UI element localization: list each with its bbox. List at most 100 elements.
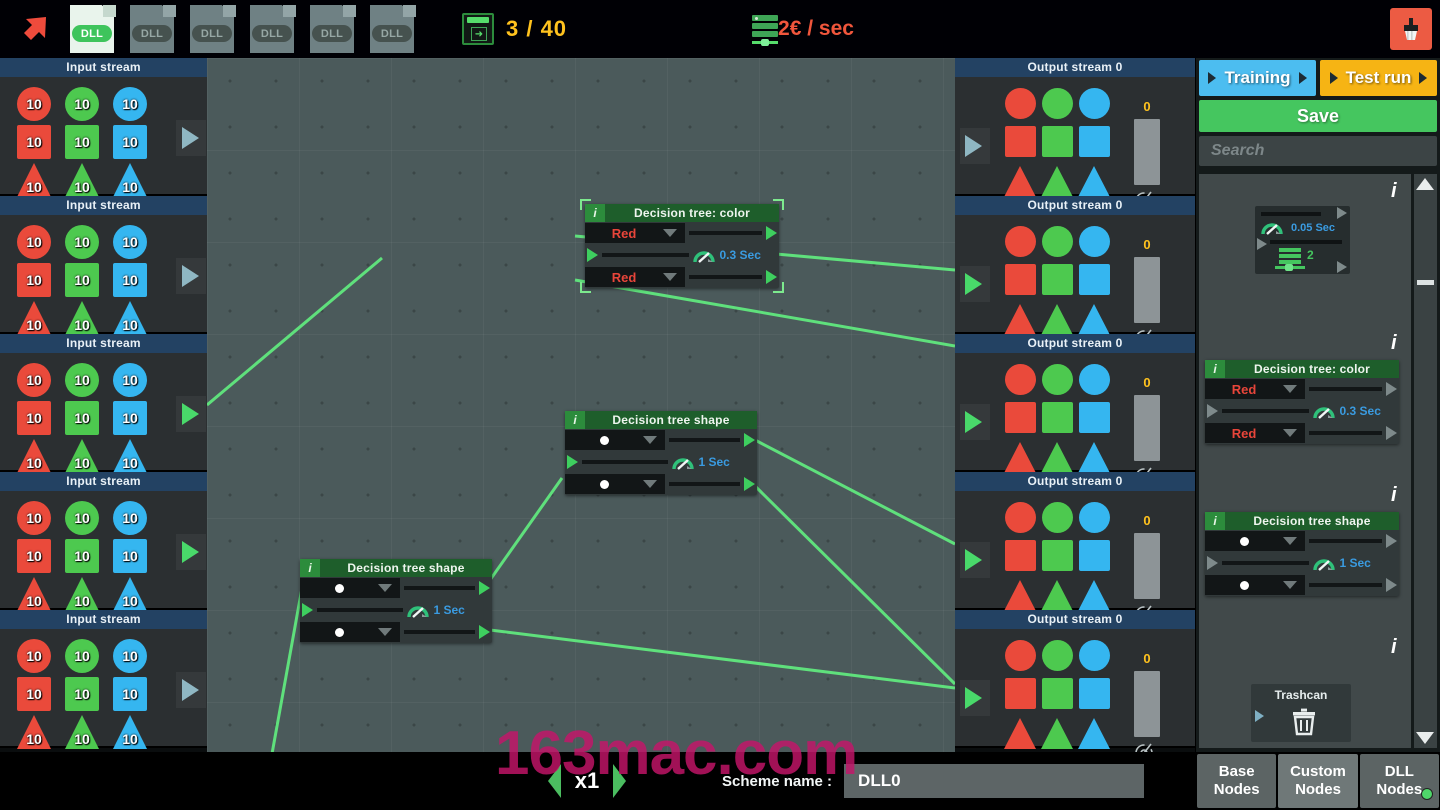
tab-training[interactable]: Training xyxy=(1199,60,1316,96)
paintbrush-icon[interactable] xyxy=(1390,8,1432,50)
palette-output-port-2[interactable] xyxy=(1337,261,1347,273)
info-icon[interactable]: i xyxy=(1391,636,1399,660)
node-dropdown-bottom[interactable]: Red xyxy=(585,267,685,287)
palette-scrollbar[interactable] xyxy=(1414,174,1437,748)
palette-tab-custom[interactable]: Custom Nodes xyxy=(1278,754,1358,808)
tab-test-run[interactable]: Test run xyxy=(1320,60,1437,96)
chevron-down-icon[interactable] xyxy=(1283,537,1297,545)
info-icon[interactable]: i xyxy=(1391,332,1399,356)
palette-node-body[interactable]: 0.05 Sec 2 xyxy=(1255,206,1350,274)
info-icon[interactable]: i xyxy=(1205,360,1225,378)
palette-dropdown-top[interactable]: Red xyxy=(1205,379,1305,399)
chevron-down-icon[interactable] xyxy=(643,480,657,488)
palette-input-port[interactable] xyxy=(1207,556,1218,570)
dll-slot-1[interactable]: DLL xyxy=(130,5,176,53)
palette-dropdown-bottom[interactable] xyxy=(1205,575,1305,595)
search-input[interactable]: Search xyxy=(1199,136,1437,166)
node-header[interactable]: i Decision tree shape xyxy=(565,411,757,429)
chevron-down-icon[interactable] xyxy=(663,273,677,281)
palette-item-timer-memory-node[interactable]: i 0.05 Sec 2 xyxy=(1199,174,1411,326)
dll-slot-3[interactable]: DLL xyxy=(250,5,296,53)
input-stream-output-port[interactable] xyxy=(182,127,199,149)
canvas-node-0[interactable]: i Decision tree: color Red 0.3 Sec Red xyxy=(580,199,784,293)
node-output-port-bottom[interactable] xyxy=(479,625,490,639)
palette-output-port-top[interactable] xyxy=(1386,382,1397,396)
node-dropdown-bottom[interactable] xyxy=(300,622,400,642)
palette-output-port-bottom[interactable] xyxy=(1386,578,1397,592)
node-header[interactable]: i Decision tree shape xyxy=(300,559,492,577)
node-input-port[interactable] xyxy=(567,455,578,469)
canvas-node-2[interactable]: i Decision tree shape 1 Sec xyxy=(300,559,492,643)
node-output-port-top[interactable] xyxy=(479,581,490,595)
node-palette[interactable]: i 0.05 Sec 2 i i Decision tree: color Red 0.3 S… xyxy=(1199,174,1411,748)
palette-node-body[interactable]: i Decision tree shape 1 Sec xyxy=(1205,512,1399,596)
palette-node-header[interactable]: i Decision tree: color xyxy=(1205,360,1399,378)
speed-decrease-button[interactable] xyxy=(548,764,561,798)
node-dropdown-top[interactable] xyxy=(565,430,665,450)
palette-tab-base[interactable]: Base Nodes xyxy=(1197,754,1277,808)
input-stream-output-port[interactable] xyxy=(182,265,199,287)
palette-node-body[interactable]: i Decision tree: color Red 0.3 Sec Red xyxy=(1205,360,1399,444)
info-icon[interactable]: i xyxy=(1391,484,1399,508)
palette-tab-dll[interactable]: DLL Nodes xyxy=(1359,754,1439,808)
palette-dropdown-bottom[interactable]: Red xyxy=(1205,423,1305,443)
chevron-down-icon[interactable] xyxy=(378,584,392,592)
output-stream-input-port[interactable] xyxy=(965,687,982,709)
node-dropdown-bottom[interactable] xyxy=(565,474,665,494)
chevron-down-icon[interactable] xyxy=(1283,581,1297,589)
chevron-down-icon[interactable] xyxy=(1416,732,1434,744)
palette-node-header[interactable]: i Decision tree shape xyxy=(1205,512,1399,530)
palette-item-decision-tree-shape-node[interactable]: i i Decision tree shape 1 Sec xyxy=(1199,478,1411,630)
connection-wire-2[interactable] xyxy=(574,278,955,348)
chevron-down-icon[interactable] xyxy=(1283,429,1297,437)
dll-slot-5[interactable]: DLL xyxy=(370,5,416,53)
output-stream-input-port[interactable] xyxy=(965,549,982,571)
input-stream-output-port[interactable] xyxy=(182,679,199,701)
palette-output-port[interactable] xyxy=(1337,207,1347,219)
save-button[interactable]: Save xyxy=(1199,100,1437,132)
node-dropdown-top[interactable] xyxy=(300,578,400,598)
node-output-port-top[interactable] xyxy=(744,433,755,447)
node-graph-canvas[interactable]: i Decision tree: color Red 0.3 Sec Red i Decis… xyxy=(207,58,955,752)
chevron-down-icon[interactable] xyxy=(378,628,392,636)
trashcan-node[interactable]: Trashcan xyxy=(1251,684,1351,742)
info-icon[interactable]: i xyxy=(1391,180,1399,204)
chevron-down-icon[interactable] xyxy=(1283,385,1297,393)
input-stream-output-port[interactable] xyxy=(182,403,199,425)
palette-output-port-bottom[interactable] xyxy=(1386,426,1397,440)
trashcan-input-port[interactable] xyxy=(1255,710,1264,722)
palette-dropdown-top[interactable] xyxy=(1205,531,1305,551)
palette-output-port-top[interactable] xyxy=(1386,534,1397,548)
connection-wire-7[interactable] xyxy=(489,628,955,690)
palette-item-decision-tree-color-node[interactable]: i i Decision tree: color Red 0.3 Sec Red xyxy=(1199,326,1411,478)
dll-slot-2[interactable]: DLL xyxy=(190,5,236,53)
chevron-up-icon[interactable] xyxy=(1416,178,1434,190)
palette-input-port[interactable] xyxy=(1207,404,1218,418)
connection-wire-6[interactable] xyxy=(488,477,564,581)
info-icon[interactable]: i xyxy=(565,411,585,429)
connection-wire-0[interactable] xyxy=(207,256,383,407)
node-dropdown-top[interactable]: Red xyxy=(585,223,685,243)
canvas-node-1[interactable]: i Decision tree shape 1 Sec xyxy=(565,411,757,495)
info-icon[interactable]: i xyxy=(300,559,320,577)
output-stream-input-port[interactable] xyxy=(965,411,982,433)
node-header[interactable]: i Decision tree: color xyxy=(585,204,779,222)
chevron-down-icon[interactable] xyxy=(663,229,677,237)
node-output-port-top[interactable] xyxy=(766,226,777,240)
node-input-port[interactable] xyxy=(587,248,598,262)
chevron-down-icon[interactable] xyxy=(643,436,657,444)
connection-wire-4[interactable] xyxy=(753,484,955,686)
dll-slot-4[interactable]: DLL xyxy=(310,5,356,53)
node-input-port[interactable] xyxy=(302,603,313,617)
input-stream-output-port[interactable] xyxy=(182,541,199,563)
output-stream-input-port[interactable] xyxy=(965,135,982,157)
dll-slot-0[interactable]: DLL xyxy=(70,5,116,53)
connection-wire-3[interactable] xyxy=(754,438,955,546)
info-icon[interactable]: i xyxy=(1205,512,1225,530)
scheme-name-input[interactable]: DLL0 xyxy=(844,764,1145,798)
connection-wire-5[interactable] xyxy=(207,587,304,752)
cursor-arrow-icon[interactable] xyxy=(16,9,56,49)
palette-input-port[interactable] xyxy=(1257,238,1267,250)
speed-increase-button[interactable] xyxy=(613,764,626,798)
output-stream-input-port[interactable] xyxy=(965,273,982,295)
